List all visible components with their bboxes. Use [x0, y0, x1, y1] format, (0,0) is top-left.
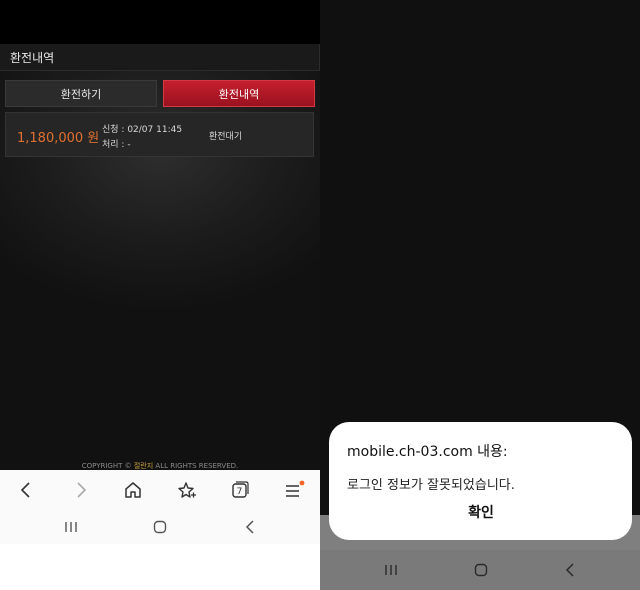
below-screen-area: [0, 544, 320, 590]
copyright: COPYRIGHT © 절란지 ALL RIGHTS RESERVED.: [0, 461, 320, 470]
menu-icon[interactable]: [282, 478, 306, 502]
recent-apps-icon[interactable]: [379, 558, 403, 582]
recent-apps-icon[interactable]: [59, 515, 83, 539]
notification-dot: [299, 480, 305, 486]
tab-exchange-history[interactable]: 환전내역: [163, 80, 315, 107]
section-header: 환전내역: [0, 44, 320, 71]
record-amount: 1,180,000 원: [17, 131, 100, 146]
confirm-button[interactable]: 확인: [449, 500, 513, 526]
browser-toolbar: 7: [0, 470, 320, 510]
tab-count: 7: [237, 487, 243, 497]
record-request-time: 신청 : 02/07 11:45: [102, 125, 183, 135]
tab-exchange[interactable]: 환전하기: [5, 80, 157, 107]
copyright-suffix: ALL RIGHTS RESERVED.: [155, 462, 239, 470]
copyright-brand: 절란지: [133, 462, 154, 470]
root: 환전내역 환전하기 환전내역 1,180,000 원 신청 : 02/07 11…: [0, 0, 640, 590]
dialog-message: 로그인 정보가 잘못되었습니다.: [347, 478, 515, 493]
back-icon[interactable]: [14, 478, 38, 502]
page-title: 환전내역: [10, 51, 55, 65]
left-phone: 환전내역 환전하기 환전내역 1,180,000 원 신청 : 02/07 11…: [0, 0, 320, 590]
tabs-icon[interactable]: 7: [228, 478, 252, 502]
copyright-prefix: COPYRIGHT ©: [81, 462, 132, 470]
home-circle-icon[interactable]: [148, 515, 172, 539]
forward-icon[interactable]: [69, 478, 93, 502]
bookmark-star-icon[interactable]: [175, 478, 199, 502]
record-status: 환전대기: [209, 132, 243, 142]
system-nav-bar: [0, 510, 320, 544]
record-process-time: 처리 : -: [102, 140, 131, 150]
back-chevron-icon[interactable]: [238, 515, 262, 539]
dialog-title: mobile.ch-03.com 내용:: [347, 444, 508, 460]
alert-dialog: mobile.ch-03.com 내용: 로그인 정보가 잘못되었습니다. 확인: [329, 422, 632, 540]
web-content: 환전내역 환전하기 환전내역 1,180,000 원 신청 : 02/07 11…: [0, 0, 320, 470]
home-icon[interactable]: [121, 478, 145, 502]
top-black-bar: [0, 0, 320, 44]
exchange-record: 1,180,000 원 신청 : 02/07 11:45 처리 : - 환전대기: [5, 112, 314, 157]
home-circle-icon[interactable]: [469, 558, 493, 582]
system-nav-bar-dimmed: [320, 550, 640, 590]
back-chevron-icon[interactable]: [558, 558, 582, 582]
